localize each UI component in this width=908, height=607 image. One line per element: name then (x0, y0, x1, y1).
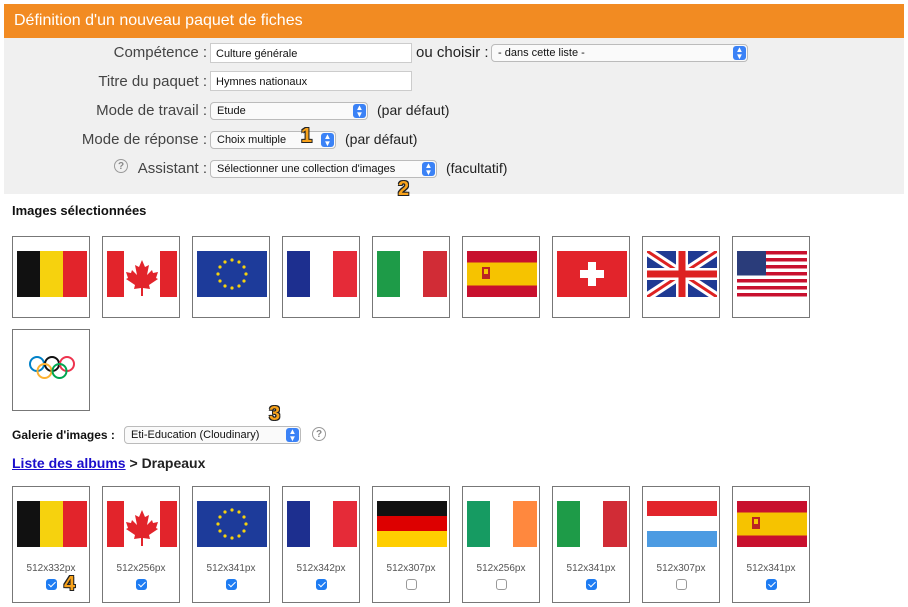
france-flag (287, 251, 357, 297)
competence-select[interactable]: - dans cette liste - ▲ ▼ (491, 44, 748, 62)
mode-travail-label: Mode de travail : (96, 102, 207, 119)
image-size: 512x342px (296, 563, 346, 574)
image-checkbox[interactable] (676, 579, 687, 590)
or-choose-label: ou choisir : (416, 44, 489, 61)
selected-image-card[interactable] (732, 236, 810, 318)
titre-input[interactable]: Hymnes nationaux (210, 71, 412, 91)
gallery-image-card[interactable]: 512x342px (282, 486, 360, 603)
canada-flag (107, 251, 177, 297)
mode-travail-value: Etude (217, 105, 246, 117)
gallery-image-card[interactable]: 512x332px (12, 486, 90, 603)
selected-image-card[interactable] (12, 236, 90, 318)
badge-4: 4 (64, 573, 76, 595)
switzerland-flag (557, 251, 627, 297)
mode-reponse-note: (par défaut) (345, 131, 418, 147)
image-size: 512x256px (476, 563, 526, 574)
mode-travail-select[interactable]: Etude ▲ ▼ (210, 102, 368, 120)
form-header: Définition d'un nouveau paquet de fiches (4, 4, 904, 38)
badge-2: 2 (398, 178, 410, 200)
help-icon[interactable]: ? (312, 427, 326, 441)
selected-image-card[interactable] (192, 236, 270, 318)
image-checkbox[interactable] (496, 579, 507, 590)
uk-flag (647, 251, 717, 297)
image-checkbox[interactable] (766, 579, 777, 590)
chevron-updown-icon: ▲ ▼ (422, 162, 435, 177)
image-size: 512x341px (206, 563, 256, 574)
chevron-updown-icon: ▲ ▼ (353, 104, 366, 119)
competence-label: Compétence : (113, 44, 207, 61)
mode-reponse-label: Mode de réponse : (81, 131, 207, 148)
albums-list-link[interactable]: Liste des albums (12, 455, 126, 471)
image-size: 512x307px (386, 563, 436, 574)
gallery-image-card[interactable]: 512x341px (552, 486, 630, 603)
image-size: 512x341px (746, 563, 796, 574)
selected-image-card[interactable] (552, 236, 630, 318)
eu-flag (197, 251, 267, 297)
selected-images-title: Images sélectionnées (12, 203, 147, 218)
assistant-label: Assistant : (137, 160, 207, 177)
assistant-note: (facultatif) (446, 160, 508, 176)
belgium-flag (17, 251, 87, 297)
image-checkbox[interactable] (316, 579, 327, 590)
form-title: Définition d'un nouveau paquet de fiches (14, 12, 303, 29)
chevron-updown-icon: ▲ ▼ (286, 428, 299, 443)
eu-flag (197, 501, 267, 547)
competence-input[interactable]: Culture générale (210, 43, 412, 63)
badge-3: 3 (269, 403, 281, 425)
image-checkbox[interactable] (226, 579, 237, 590)
gallery-image-card[interactable]: 512x256px (102, 486, 180, 603)
gallery-image-card[interactable]: 512x307px (642, 486, 720, 603)
gallery-image-card[interactable]: 512x341px (192, 486, 270, 603)
gallery-image-card[interactable]: 512x341px (732, 486, 810, 603)
gallery-image-card[interactable]: 512x256px (462, 486, 540, 603)
breadcrumb-current: Drapeaux (141, 455, 206, 471)
image-size: 512x341px (566, 563, 616, 574)
image-size: 512x332px (26, 563, 76, 574)
selected-image-card[interactable] (372, 236, 450, 318)
belgium-flag (17, 501, 87, 547)
spain-flag (467, 251, 537, 297)
ireland-flag (467, 501, 537, 547)
image-checkbox[interactable] (406, 579, 417, 590)
titre-label: Titre du paquet : (98, 73, 207, 90)
image-size: 512x256px (116, 563, 166, 574)
germany-flag (377, 501, 447, 547)
usa-flag (737, 251, 807, 297)
selected-image-card[interactable] (282, 236, 360, 318)
selected-image-card[interactable] (102, 236, 180, 318)
canada-flag (107, 501, 177, 547)
mode-reponse-value: Choix multiple (217, 134, 287, 146)
netherlands-flag (647, 501, 717, 547)
gallery-label: Galerie d'images : (12, 428, 115, 442)
competence-select-value: - dans cette liste - (498, 47, 585, 59)
mode-reponse-select[interactable]: Choix multiple ▲ ▼ (210, 131, 336, 149)
image-checkbox[interactable] (46, 579, 57, 590)
selected-image-card[interactable] (12, 329, 90, 411)
chevron-updown-icon: ▲ ▼ (321, 133, 334, 148)
assistant-value: Sélectionner une collection d'images (217, 163, 396, 175)
france-flag (287, 501, 357, 547)
chevron-updown-icon: ▲ ▼ (733, 46, 746, 61)
breadcrumb-separator: > (129, 455, 138, 471)
gallery-select[interactable]: Eti-Education (Cloudinary) ▲ ▼ (124, 426, 301, 444)
image-checkbox[interactable] (586, 579, 597, 590)
olympic-flag (17, 344, 87, 390)
gallery-image-card[interactable]: 512x307px (372, 486, 450, 603)
breadcrumb: Liste des albums > Drapeaux (12, 455, 205, 471)
selected-image-card[interactable] (462, 236, 540, 318)
italy-flag (377, 251, 447, 297)
gallery-select-value: Eti-Education (Cloudinary) (131, 429, 260, 441)
badge-1: 1 (301, 125, 313, 147)
image-checkbox[interactable] (136, 579, 147, 590)
spain-flag (737, 501, 807, 547)
assistant-select[interactable]: Sélectionner une collection d'images ▲ ▼ (210, 160, 437, 178)
mode-travail-note: (par défaut) (377, 102, 450, 118)
selected-image-card[interactable] (642, 236, 720, 318)
italy-flag (557, 501, 627, 547)
image-size: 512x307px (656, 563, 706, 574)
